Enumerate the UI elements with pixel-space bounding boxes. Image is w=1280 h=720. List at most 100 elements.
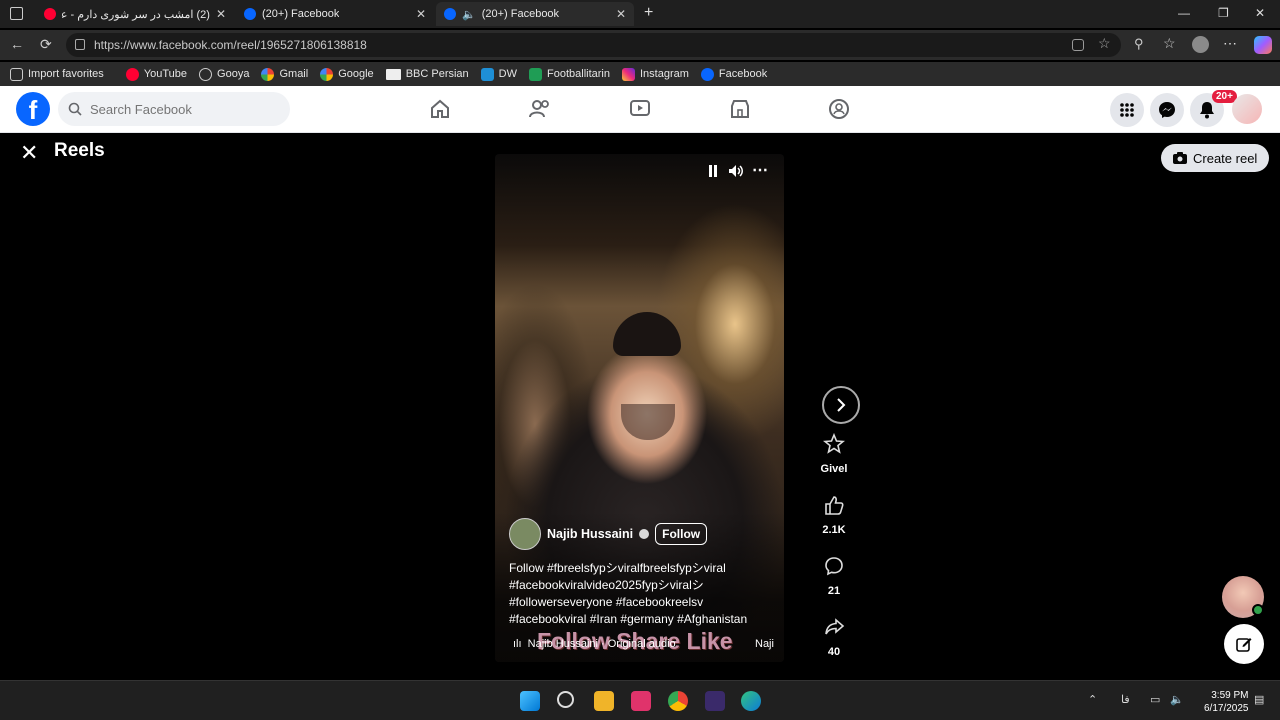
author-avatar[interactable] — [509, 518, 541, 550]
search-icon[interactable] — [557, 691, 574, 708]
back-button[interactable]: ← — [10, 36, 24, 52]
share-icon — [819, 612, 849, 642]
language-icon[interactable]: فا — [1121, 693, 1130, 706]
bookmark-dw[interactable]: DW — [480, 67, 517, 81]
bookmark-footballitarin[interactable]: Footballitarin — [529, 67, 610, 81]
favorite-star-icon[interactable]: ☆ — [1098, 35, 1111, 52]
like-action[interactable]: 2.1K — [814, 490, 854, 536]
share-count: 40 — [827, 646, 841, 658]
pause-icon — [709, 165, 717, 177]
comment-icon — [819, 551, 849, 581]
like-count: 2.1K — [822, 524, 846, 536]
share-action[interactable]: 40 — [814, 612, 854, 658]
file-explorer-icon[interactable] — [594, 691, 614, 711]
close-tab-icon[interactable]: ✕ — [616, 7, 626, 21]
volume-button[interactable] — [728, 164, 744, 181]
media-app-icon[interactable] — [705, 691, 725, 711]
audio-label: Najib Hussaini · Original audio — [527, 638, 676, 650]
bookmark-google[interactable]: Google — [320, 67, 374, 81]
tab-youtube[interactable]: (2) امشب در سر شوری دارم - علیرضا ✕ — [36, 2, 234, 26]
edge-icon[interactable] — [741, 691, 761, 711]
site-info-icon[interactable] — [75, 39, 85, 50]
profile-icon[interactable] — [1192, 36, 1209, 53]
reel-video[interactable]: ⋯ Najib Hussaini Follow Follow #fbreelsf… — [495, 154, 784, 662]
nav-marketplace[interactable] — [722, 94, 758, 124]
url-field[interactable]: https://www.facebook.com/reel/1965271806… — [66, 33, 1121, 57]
copilot-icon[interactable] — [1254, 36, 1272, 54]
tab-facebook-2[interactable]: 🔈 (20+) Facebook ✕ — [436, 2, 634, 26]
dw-icon — [480, 67, 494, 81]
groups-icon — [829, 99, 849, 119]
nav-groups[interactable] — [821, 94, 857, 124]
create-reel-button[interactable]: Create reel — [1161, 144, 1270, 172]
network-icon[interactable]: ▭ — [1150, 693, 1160, 706]
favorites-icon[interactable]: ☆ — [1163, 35, 1176, 52]
facebook-icon — [244, 8, 256, 20]
friends-icon — [529, 100, 549, 118]
browser-tab-strip: (2) امشب در سر شوری دارم - علیرضا ✕ (20+… — [0, 0, 1280, 28]
close-tab-icon[interactable]: ✕ — [216, 7, 226, 21]
author-name[interactable]: Najib Hussaini — [547, 527, 633, 541]
bookmark-facebook[interactable]: Facebook — [700, 67, 767, 81]
tray-chevron-icon[interactable]: ⌃ — [1088, 693, 1097, 706]
chrome-icon[interactable] — [668, 691, 688, 711]
more-options-icon[interactable]: ⋯ — [1223, 35, 1237, 52]
bookmark-bbc-persian[interactable]: BBC Persian — [385, 68, 469, 80]
follow-button[interactable]: Follow — [655, 523, 708, 545]
account-avatar[interactable] — [1232, 94, 1262, 124]
bookmark-gmail[interactable]: Gmail — [261, 67, 308, 81]
nav-video[interactable] — [622, 94, 658, 124]
url-text: https://www.facebook.com/reel/1965271806… — [94, 38, 367, 52]
speaker-icon[interactable]: 🔈 — [462, 8, 476, 21]
search-box[interactable] — [58, 92, 290, 126]
caption-line: #facebookviralvideo2025fypシviralシ — [509, 578, 704, 592]
messenger-icon — [1159, 102, 1175, 118]
facebook-icon — [444, 8, 456, 20]
new-message-button[interactable] — [1224, 624, 1264, 664]
bookmark-gooya[interactable]: Gooya — [199, 67, 249, 81]
caption-line: #facebookviral #Iran #germany #Afghanist… — [509, 612, 748, 626]
close-tab-icon[interactable]: ✕ — [416, 7, 426, 21]
menu-button[interactable] — [1110, 93, 1144, 127]
pause-button[interactable] — [708, 164, 718, 180]
compose-icon — [1236, 638, 1252, 652]
reels-viewer: ✕ Reels Create reel ⋯ Najib Hussaini Fol… — [0, 134, 1280, 676]
google-icon — [261, 67, 275, 81]
tab-title: (20+) Facebook — [262, 8, 340, 20]
tab-title: (20+) Facebook — [481, 8, 560, 20]
page-title: Reels — [54, 140, 105, 161]
gift-action[interactable]: Givel — [814, 429, 854, 475]
more-options-button[interactable]: ⋯ — [752, 160, 768, 180]
search-input[interactable] — [90, 101, 270, 117]
extensions-icon[interactable]: ⚲ — [1134, 36, 1144, 52]
facebook-logo[interactable]: f — [16, 92, 50, 126]
notification-center-icon[interactable]: ▤ — [1254, 693, 1264, 706]
nav-friends[interactable] — [522, 94, 558, 124]
refresh-button[interactable]: ⟳ — [40, 36, 52, 53]
nav-home[interactable] — [422, 94, 458, 124]
screen: (2) امشب در سر شوری دارم - علیرضا ✕ (20+… — [0, 0, 1280, 720]
bookmarks-bar: Import favorites YouTube Gooya Gmail Goo… — [0, 62, 1280, 86]
next-reel-button[interactable] — [822, 386, 860, 424]
minimize-button[interactable]: — — [1178, 6, 1190, 20]
clock[interactable]: 3:59 PM 6/17/2025 — [1204, 689, 1249, 715]
new-tab-button[interactable]: + — [644, 4, 653, 22]
speaker-tray-icon[interactable]: 🔈 — [1170, 693, 1184, 706]
app-available-icon[interactable] — [1072, 39, 1084, 51]
marketplace-icon — [731, 100, 749, 118]
audio-info[interactable]: ılı Najib Hussaini · Original audio — [513, 638, 676, 650]
email-app-icon[interactable] — [631, 691, 651, 711]
close-window-button[interactable]: ✕ — [1255, 6, 1265, 20]
close-reels-button[interactable]: ✕ — [20, 140, 38, 166]
bookmark-youtube[interactable]: YouTube — [125, 67, 187, 81]
google-icon — [320, 67, 334, 81]
start-windows-icon[interactable] — [520, 691, 540, 711]
messenger-button[interactable] — [1150, 93, 1184, 127]
restore-button[interactable]: ❐ — [1218, 6, 1229, 20]
comment-action[interactable]: 21 — [814, 551, 854, 597]
tab-actions-icon[interactable] — [10, 7, 23, 20]
bookmark-import-favorites[interactable]: Import favorites — [10, 67, 104, 81]
tab-facebook-1[interactable]: (20+) Facebook ✕ — [236, 2, 434, 26]
audio-trailing: Naji — [755, 638, 774, 650]
bookmark-instagram[interactable]: Instagram — [621, 67, 689, 81]
